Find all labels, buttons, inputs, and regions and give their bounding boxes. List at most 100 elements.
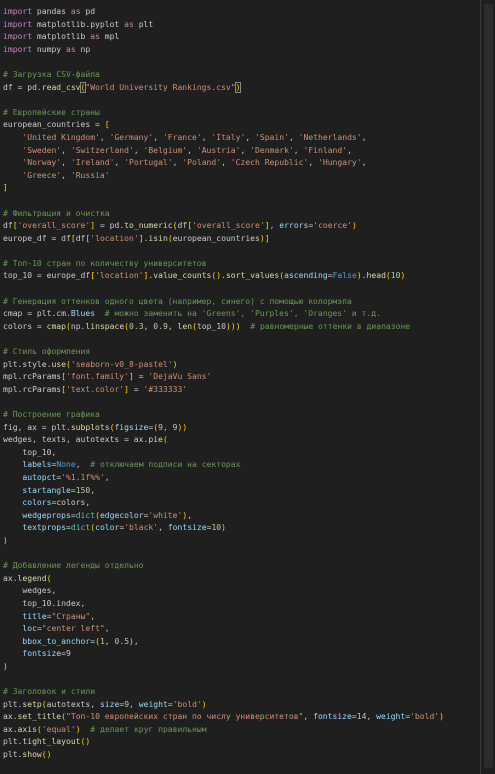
code-token: ) <box>3 661 8 671</box>
code-line[interactable]: ax.legend( <box>3 573 444 586</box>
code-line[interactable]: # Стиль оформления <box>3 346 444 359</box>
code-token: plt. <box>3 750 23 760</box>
code-token: color <box>95 523 120 533</box>
code-line[interactable] <box>3 245 444 258</box>
code-line[interactable]: # Топ-10 стран по количеству университет… <box>3 258 444 271</box>
code-line[interactable]: wedges, <box>3 585 444 598</box>
vertical-scrollbar[interactable] <box>480 0 495 774</box>
code-token: 'text.color' <box>66 384 125 394</box>
code-line[interactable]: ax.set_title("Топ-10 европейских стран п… <box>3 711 444 724</box>
code-line[interactable]: import matplotlib as mpl <box>3 31 444 44</box>
code-token: , <box>90 485 96 495</box>
code-line[interactable] <box>3 195 444 208</box>
code-line[interactable]: textprops=dict(color='black', fontsize=1… <box>3 522 444 535</box>
code-line[interactable]: import numpy as np <box>3 44 444 57</box>
code-token: 'Italy' <box>211 132 246 142</box>
code-editor[interactable]: import pandas as pd import matplotlib.pyp… <box>0 0 495 774</box>
code-line[interactable]: # Загрузка CSV-файла <box>3 69 444 82</box>
code-line[interactable]: 'United Kingdom', 'Germany', 'France', '… <box>3 132 444 145</box>
code-line[interactable]: title="Страны", <box>3 611 444 624</box>
code-token: import <box>3 7 33 16</box>
code-token: , <box>347 145 352 155</box>
code-line[interactable]: plt.style.use('seaborn-v0_8-pastel') <box>3 359 444 372</box>
code-line[interactable]: # Европейские страны <box>3 107 444 120</box>
code-line[interactable] <box>3 56 444 69</box>
code-line[interactable]: 'Norway', 'Ireland', 'Portugal', 'Poland… <box>3 157 444 170</box>
code-line[interactable]: mpl.rcParams['font.family'] = 'DejaVu Sa… <box>3 371 444 384</box>
code-token: "Страны" <box>51 611 91 621</box>
code-line[interactable]: wedges, texts, autotexts = ax.pie( <box>3 434 444 447</box>
code-line[interactable]: bbox_to_anchor=(1, 0.5), <box>3 636 444 649</box>
code-line[interactable]: 'Sweden', 'Switzerland', 'Belgium', 'Aus… <box>3 145 444 158</box>
code-line[interactable]: mpl.rcParams['text.color'] = '#333333' <box>3 384 444 397</box>
code-line[interactable]: fontsize=9 <box>3 648 444 661</box>
code-line[interactable]: import matplotlib.pyplot as plt <box>3 19 444 32</box>
code-token: europe_df = df <box>3 233 71 243</box>
code-token: ] <box>3 183 8 193</box>
code-token: weight <box>138 699 168 709</box>
code-token: , <box>245 132 256 142</box>
code-token: 'overall_score' <box>192 221 265 231</box>
code-line[interactable]: import pandas as pd <box>3 6 444 19</box>
code-line[interactable] <box>3 283 444 296</box>
code-token: Blues <box>70 309 96 319</box>
code-token: isin <box>148 233 168 243</box>
code-token: textprops <box>22 523 66 533</box>
code-line[interactable] <box>3 333 444 346</box>
code-token: , <box>158 523 168 533</box>
code-line[interactable]: 'Greece', 'Russia' <box>3 170 444 183</box>
code-line[interactable]: # Фильтрация и очистка <box>3 208 444 221</box>
code-line[interactable]: top_10 = europe_df['location'].value_cou… <box>3 270 444 283</box>
code-line[interactable]: colors = cmap(np.linspace(0.3, 0.9, len(… <box>3 321 444 334</box>
code-token: autopct <box>22 472 57 482</box>
code-token: use <box>51 359 66 369</box>
code-token: pie <box>148 435 163 445</box>
code-token: = <box>129 384 144 394</box>
code-line[interactable]: startangle=150, <box>3 485 444 498</box>
code-line[interactable]: autopct='%1.1f%%', <box>3 472 444 485</box>
code-line[interactable]: labels=None, # отключаем подписи на сект… <box>3 459 444 472</box>
code-line[interactable]: df['overall_score'] = pd.to_numeric(df['… <box>3 220 444 233</box>
code-token: , <box>187 145 197 155</box>
code-line[interactable]: top_10.index, <box>3 598 444 611</box>
code-line[interactable]: plt.setp(autotexts, size=9, weight='bold… <box>3 699 444 712</box>
code-token: ( <box>46 573 52 583</box>
code-line[interactable] <box>3 548 444 561</box>
code-token: top_10, <box>3 447 57 457</box>
code-token: pd <box>80 7 96 16</box>
code-line[interactable]: ) <box>3 661 444 674</box>
code-line[interactable]: plt.show() <box>3 749 444 762</box>
code-line[interactable]: # Добавление легенды отдельно <box>3 560 444 573</box>
code-line[interactable]: # Генерация оттенков одного цвета (напри… <box>3 296 444 309</box>
code-token: ax. <box>3 724 18 734</box>
code-line[interactable]: colors=colors, <box>3 497 444 510</box>
code-line[interactable]: europe_df = df[df['location'].isin(europ… <box>3 233 444 246</box>
code-line[interactable]: loc="center left", <box>3 623 444 636</box>
code-lines[interactable]: import pandas as pd import matplotlib.pyp… <box>3 6 444 762</box>
code-token: top_10.index, <box>3 598 86 608</box>
code-line[interactable]: top_10, <box>3 447 444 460</box>
code-line[interactable] <box>3 94 444 107</box>
code-line[interactable]: european_countries = [ <box>3 119 444 132</box>
code-token: startangle <box>22 485 71 495</box>
code-token: ) <box>201 699 207 709</box>
code-line[interactable]: ] <box>3 182 444 195</box>
code-line[interactable]: # Построение графика <box>3 409 444 422</box>
code-line[interactable]: wedgeprops=dict(edgecolor='white'), <box>3 510 444 523</box>
code-line[interactable]: df = pd.read_csv("World University Ranki… <box>3 81 444 95</box>
code-line[interactable]: # Заголовок и стили <box>3 686 444 699</box>
code-line[interactable]: cmap = plt.cm.Blues # можно заменить на … <box>3 308 444 321</box>
code-token: # Заголовок и стили <box>3 687 96 697</box>
code-token: set_title <box>17 712 62 722</box>
code-token: "Топ-10 европейских стран по числу униве… <box>66 712 304 722</box>
code-line[interactable]: ) <box>3 535 444 548</box>
code-token: df = pd. <box>3 82 42 92</box>
code-line[interactable]: plt.tight_layout() <box>3 736 444 749</box>
code-line[interactable] <box>3 396 444 409</box>
code-line[interactable]: fig, ax = plt.subplots(figsize=(9, 9)) <box>3 422 444 435</box>
code-line[interactable] <box>3 673 444 686</box>
code-line[interactable]: ax.axis('equal') # делает круг правильны… <box>3 724 444 737</box>
scrollbar-thumb[interactable] <box>484 4 493 768</box>
